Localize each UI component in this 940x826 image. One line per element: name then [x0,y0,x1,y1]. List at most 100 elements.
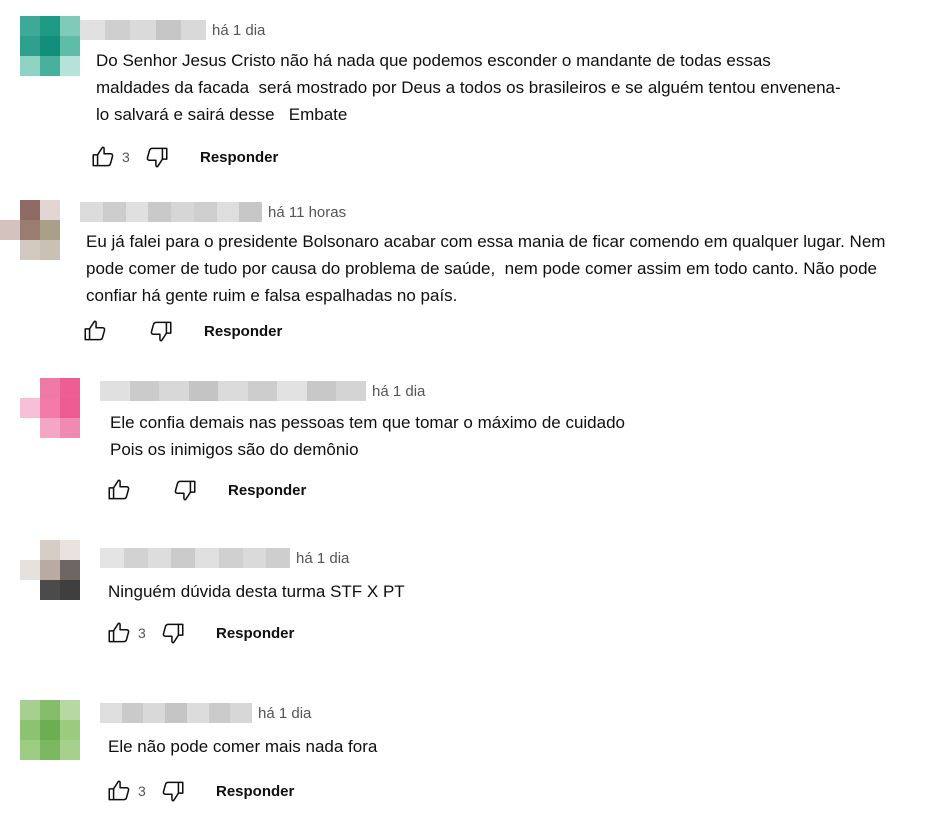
avatar-pixel [40,700,60,720]
avatar-pixel [20,240,40,260]
avatar-pixel [60,36,80,56]
name-blur-block [159,381,189,401]
name-blur-block [171,548,195,568]
name-blur-block [100,381,130,401]
thumbs-up-icon[interactable] [106,778,132,804]
avatar-pixel [60,740,80,760]
thumbs-down-icon[interactable] [144,144,170,170]
like-count: 3 [122,149,130,165]
comment-timestamp[interactable]: há 1 dia [258,705,311,722]
avatar-pixel [40,16,60,36]
name-blur-block [336,381,366,401]
avatar-pixel [60,378,80,398]
reply-button[interactable]: Responder [200,149,278,166]
name-blur-block [165,703,187,723]
reply-button[interactable]: Responder [204,323,282,340]
name-blur-block [195,548,219,568]
avatar-pixel [40,56,60,76]
name-blur-block [216,202,240,222]
avatar-pixel [20,418,40,438]
avatar-pixel [20,580,40,600]
comment-text: Eu já falei para o presidente Bolsonaro … [86,232,886,305]
avatar-pixel [40,540,60,560]
name-blur-block [147,548,172,568]
reply-button[interactable]: Responder [228,482,306,499]
name-blur-block [129,381,160,401]
name-blur-block [148,202,171,222]
reply-button[interactable]: Responder [216,783,294,800]
name-blur-block [208,703,231,723]
avatar-pixel [0,240,20,260]
comment-text: Ele confia demais nas pessoas tem que to… [110,413,625,459]
avatar[interactable] [20,700,80,760]
avatar-pixel [40,220,60,240]
avatar-pixel [20,700,40,720]
name-blur-block [123,548,148,568]
avatar-pixel [40,720,60,740]
name-blur-block [239,202,262,222]
name-blur-block [247,381,278,401]
name-blur-block [218,548,243,568]
comment-timestamp[interactable]: há 1 dia [372,383,425,400]
author-name-blurred[interactable] [100,548,290,568]
comment-timestamp[interactable]: há 1 dia [212,22,265,39]
avatar-pixel [40,398,60,418]
name-blur-block [121,703,144,723]
avatar[interactable] [20,16,80,76]
avatar[interactable] [0,200,60,260]
thumbs-down-icon[interactable] [160,778,186,804]
avatar[interactable] [20,378,80,438]
name-blur-block [266,548,290,568]
comment-text: Ele não pode comer mais nada fora [108,737,378,756]
avatar-pixel [20,540,40,560]
avatar-pixel [60,580,80,600]
avatar-pixel [20,16,40,36]
name-blur-block [130,20,156,40]
avatar-pixel [40,580,60,600]
author-name-blurred[interactable] [80,20,206,40]
avatar-pixel [40,240,60,260]
name-blur-block [193,202,217,222]
avatar-pixel [20,378,40,398]
name-blur-block [218,381,248,401]
name-blur-block [242,548,267,568]
avatar-pixel [40,378,60,398]
thumbs-down-icon[interactable] [160,620,186,646]
avatar-pixel [40,418,60,438]
avatar[interactable] [20,540,80,600]
avatar-pixel [20,200,40,220]
name-blur-block [80,202,103,222]
avatar-pixel [20,56,40,76]
avatar-pixel [20,740,40,760]
name-blur-block [171,202,194,222]
thumbs-up-icon[interactable] [106,620,132,646]
author-name-blurred[interactable] [80,202,262,222]
name-blur-block [277,381,307,401]
avatar-pixel [20,398,40,418]
name-blur-block [80,20,106,40]
like-count: 3 [138,783,146,799]
thumbs-up-icon[interactable] [90,144,116,170]
name-blur-block [180,20,206,40]
avatar-pixel [0,200,20,220]
avatar-pixel [20,560,40,580]
thumbs-down-icon[interactable] [172,477,198,503]
avatar-pixel [40,36,60,56]
avatar-pixel [20,220,40,240]
author-name-blurred[interactable] [100,381,366,401]
thumbs-up-icon[interactable] [82,318,108,344]
name-blur-block [306,381,337,401]
avatar-pixel [0,220,20,240]
thumbs-up-icon[interactable] [106,477,132,503]
avatar-pixel [60,560,80,580]
comment-timestamp[interactable]: há 11 horas [268,204,346,221]
name-blur-block [100,703,122,723]
thumbs-down-icon[interactable] [148,318,174,344]
avatar-pixel [60,398,80,418]
avatar-pixel [60,700,80,720]
reply-button[interactable]: Responder [216,625,294,642]
comment-timestamp[interactable]: há 1 dia [296,550,349,567]
name-blur-block [102,202,126,222]
author-name-blurred[interactable] [100,703,252,723]
avatar-pixel [40,740,60,760]
